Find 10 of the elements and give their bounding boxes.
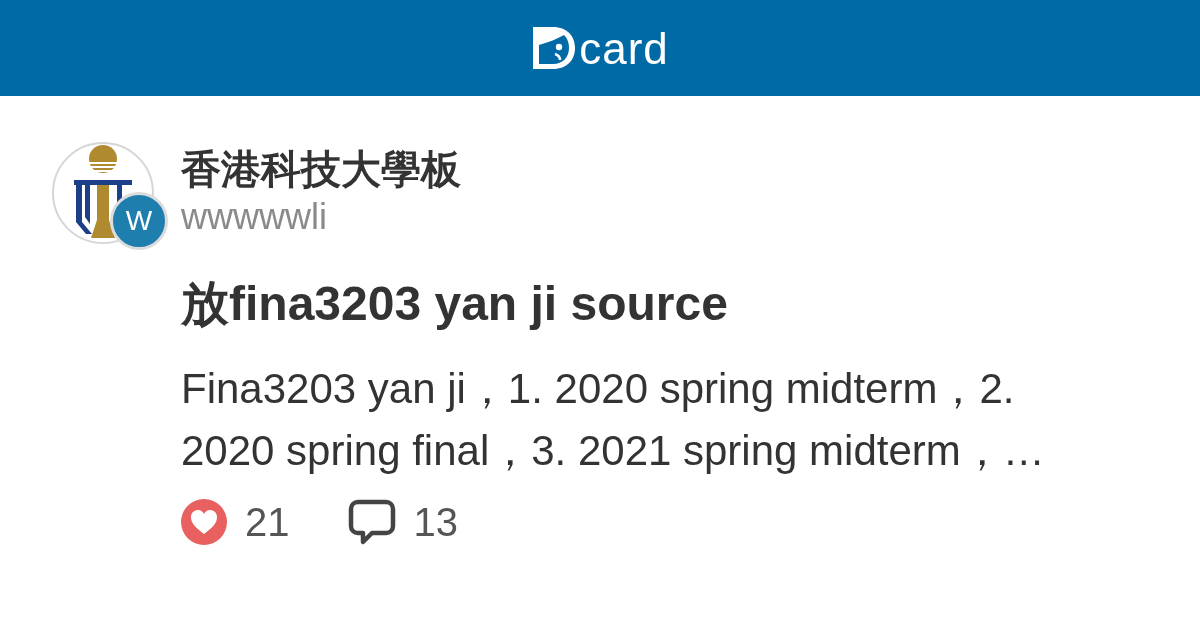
author-initial: W bbox=[125, 207, 153, 235]
author-name: wwwwwli bbox=[181, 195, 327, 239]
post-title[interactable]: 放fina3203 yan ji source bbox=[181, 274, 728, 334]
logo-text: card bbox=[579, 27, 669, 71]
comment-icon bbox=[347, 499, 396, 545]
forum-name[interactable]: 香港科技大學板 bbox=[181, 142, 461, 194]
logo-mark-icon bbox=[531, 25, 578, 71]
comment-count: 13 bbox=[413, 499, 458, 546]
post-excerpt: Fina3203 yan ji，1. 2020 spring midterm，2. 2020 spring final，3. 2021 spring midterm，… bbox=[181, 364, 1046, 476]
like-count: 21 bbox=[245, 499, 290, 546]
